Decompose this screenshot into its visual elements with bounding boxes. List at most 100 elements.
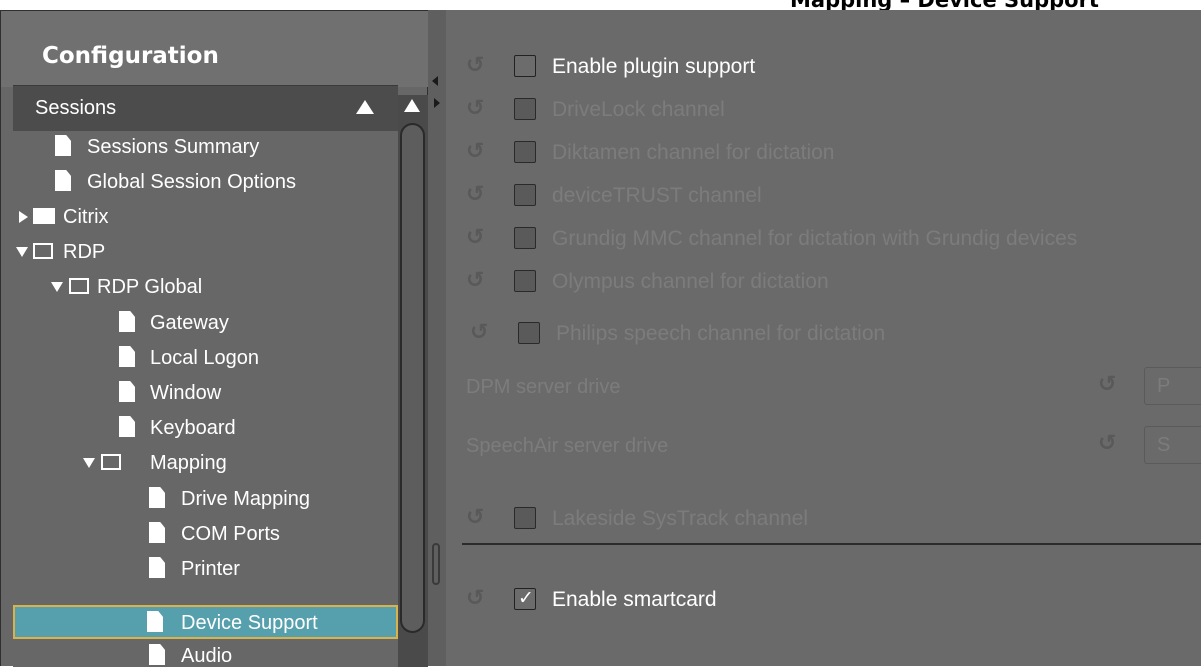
collapse-arrow-icon[interactable] (51, 282, 63, 292)
configuration-header: Configuration (1, 11, 428, 87)
tree-item-label: Device Support (181, 612, 318, 634)
lakeside-row: ↺ Lakeside SysTrack channel (466, 504, 1201, 534)
tree-item-label: Keyboard (150, 417, 236, 439)
grundig-row: ↺ Grundig MMC channel for dictation with… (466, 224, 1201, 254)
tree-item-local-logon[interactable]: Local Logon (13, 342, 398, 376)
tree-item-citrix[interactable]: Citrix (13, 201, 398, 235)
tree-item-rdp[interactable]: RDP (13, 236, 398, 270)
enable-smartcard-checkbox[interactable]: ✓ (514, 587, 536, 610)
tree-item-gateway[interactable]: Gateway (13, 307, 398, 341)
reset-icon: ↺ (466, 505, 485, 530)
collapse-left-icon[interactable] (432, 76, 438, 86)
sessions-label: Sessions (35, 97, 117, 119)
tree-item-label: RDP (63, 241, 106, 263)
file-icon (119, 381, 135, 402)
open-folder-icon (101, 454, 121, 470)
scroll-up-icon[interactable] (404, 99, 420, 112)
tree-item-keyboard[interactable]: Keyboard (13, 412, 398, 446)
tree-item-label: Sessions Summary (87, 136, 260, 158)
enable-plugin-support-checkbox[interactable] (514, 55, 536, 77)
expand-arrow-icon[interactable] (19, 211, 28, 223)
tree-item-window[interactable]: Window (13, 377, 398, 411)
file-icon (149, 487, 165, 508)
reset-icon: ↺ (466, 139, 485, 164)
diktamen-label: Diktamen channel for dictation (552, 141, 835, 164)
collapse-arrow-icon[interactable] (83, 458, 95, 468)
file-icon (149, 522, 165, 543)
panel-splitter[interactable] (428, 10, 446, 666)
grundig-checkbox[interactable] (514, 227, 536, 249)
tree-item-printer[interactable]: Printer (13, 553, 398, 587)
file-icon (55, 170, 71, 191)
tree-item-global-session-options[interactable]: Global Session Options (13, 166, 398, 200)
scroll-thumb[interactable] (400, 123, 425, 633)
tree-item-com-ports[interactable]: COM Ports (13, 518, 398, 552)
tree-scrollbar[interactable] (398, 95, 428, 667)
file-icon (55, 135, 71, 156)
tree-item-label: Window (150, 382, 222, 404)
open-folder-icon (33, 243, 53, 259)
collapse-arrow-icon[interactable] (356, 100, 374, 114)
reset-icon: ↺ (466, 225, 485, 250)
tree-item-mapping[interactable]: Mapping (13, 447, 398, 481)
drivelock-row: ↺ DriveLock channel (466, 95, 1201, 125)
section-divider (462, 543, 1201, 545)
speechair-server-drive-select[interactable]: S (1144, 426, 1201, 464)
tree-item-rdp-global[interactable]: RDP Global (13, 271, 398, 305)
session-tree: Sessions Summary Global Session Options … (13, 131, 398, 667)
devicetrust-row: ↺ deviceTRUST channel (466, 181, 1201, 211)
file-icon (119, 416, 135, 437)
collapse-arrow-icon[interactable] (16, 247, 28, 257)
reset-icon: ↺ (466, 96, 485, 121)
tree-item-label: Mapping (150, 452, 227, 474)
drivelock-label: DriveLock channel (552, 98, 725, 121)
file-icon (119, 311, 135, 332)
file-icon (147, 611, 163, 632)
dpm-server-drive-value: P (1157, 375, 1171, 397)
enable-plugin-support-row: ↺ Enable plugin support (466, 52, 1201, 82)
speechair-server-drive-value: S (1157, 434, 1171, 456)
diktamen-row: ↺ Diktamen channel for dictation (466, 138, 1201, 168)
tree-item-drive-mapping[interactable]: Drive Mapping (13, 483, 398, 517)
tree-item-label: Printer (181, 558, 240, 580)
dpm-server-drive-select[interactable]: P (1144, 367, 1201, 405)
splitter-grip[interactable] (432, 543, 440, 585)
checkmark-icon: ✓ (518, 587, 534, 609)
philips-label: Philips speech channel for dictation (556, 322, 886, 345)
devicetrust-checkbox[interactable] (514, 184, 536, 206)
settings-panel: ↺ Enable plugin support ↺ DriveLock chan… (446, 10, 1201, 666)
expand-right-icon[interactable] (434, 98, 440, 108)
reset-icon[interactable]: ↺ (466, 588, 488, 610)
tree-item-audio[interactable]: Audio (13, 640, 398, 667)
configuration-panel: Configuration Sessions Sessions Summary … (0, 10, 428, 667)
speechair-server-drive-label: SpeechAir server drive (466, 435, 669, 457)
tree-item-label: RDP Global (97, 276, 203, 298)
reset-icon: ↺ (1098, 431, 1117, 456)
reset-icon: ↺ (1098, 372, 1117, 397)
tree-item-sessions-summary[interactable]: Sessions Summary (13, 131, 398, 165)
reset-icon: ↺ (470, 320, 489, 345)
tree-item-label: Global Session Options (87, 171, 297, 193)
reset-icon[interactable]: ↺ (466, 55, 488, 77)
tree-item-label: Audio (181, 645, 233, 667)
tree-item-label: Drive Mapping (181, 488, 310, 510)
lakeside-checkbox[interactable] (514, 507, 536, 529)
philips-row: ↺ Philips speech channel for dictation (470, 319, 1201, 349)
olympus-label: Olympus channel for dictation (552, 270, 829, 293)
olympus-checkbox[interactable] (514, 270, 536, 292)
philips-checkbox[interactable] (518, 322, 540, 344)
configuration-title: Configuration (42, 43, 219, 69)
tree-item-device-support[interactable]: Device Support (13, 605, 398, 639)
olympus-row: ↺ Olympus channel for dictation (466, 267, 1201, 297)
open-folder-icon (69, 278, 89, 294)
devicetrust-label: deviceTRUST channel (552, 184, 762, 207)
diktamen-checkbox[interactable] (514, 141, 536, 163)
tree-item-label: COM Ports (181, 523, 280, 545)
drivelock-checkbox[interactable] (514, 98, 536, 120)
tree-item-label: Local Logon (150, 347, 259, 369)
reset-icon: ↺ (466, 182, 485, 207)
file-icon (149, 557, 165, 578)
tree-item-label: Gateway (150, 312, 229, 334)
lakeside-label: Lakeside SysTrack channel (552, 507, 809, 530)
sessions-section-header[interactable]: Sessions (13, 85, 398, 131)
